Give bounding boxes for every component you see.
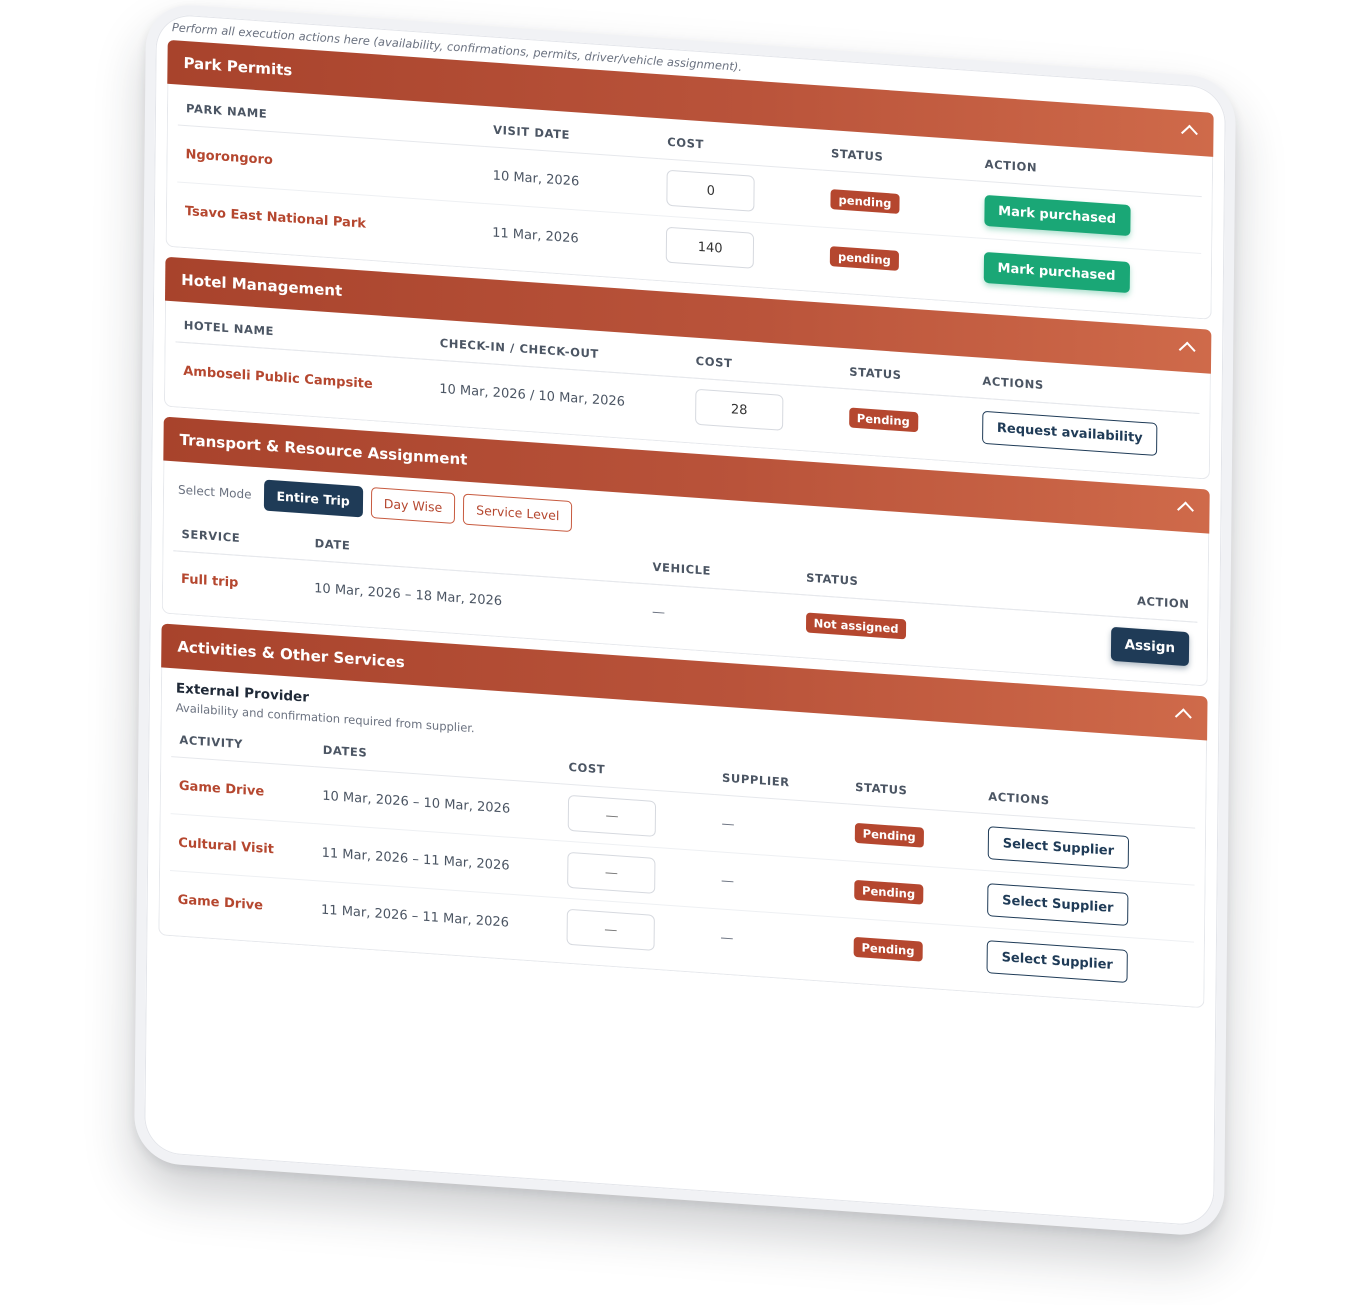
mode-label: Select Mode: [177, 482, 252, 502]
mode-day-wise-button[interactable]: Day Wise: [370, 487, 456, 524]
status-badge: Pending: [853, 879, 924, 905]
cost-input[interactable]: [695, 388, 784, 431]
assign-button[interactable]: Assign: [1110, 626, 1190, 667]
mark-purchased-button[interactable]: Mark purchased: [984, 194, 1131, 236]
cost-input[interactable]: [665, 226, 755, 269]
activity-name: Game Drive: [177, 892, 264, 914]
supplier-value: —: [712, 851, 847, 918]
supplier-value: —: [713, 794, 847, 861]
activity-name: Game Drive: [170, 756, 315, 824]
activities-section: Activities & Other Services External Pro…: [158, 623, 1208, 1009]
tablet-frame: Perform all execution actions here (avai…: [133, 2, 1237, 1238]
section-title: Activities & Other Services: [177, 637, 405, 672]
chevron-up-icon[interactable]: [1180, 124, 1198, 142]
section-title: Park Permits: [183, 53, 293, 80]
stage: Perform all execution actions here (avai…: [0, 0, 1366, 1305]
chevron-up-icon[interactable]: [1174, 708, 1192, 726]
status-badge: pending: [830, 189, 900, 214]
status-badge: Pending: [854, 822, 924, 848]
mode-service-level-button[interactable]: Service Level: [463, 493, 573, 533]
status-badge: pending: [829, 246, 899, 271]
activity-name: Cultural Visit: [170, 813, 314, 881]
chevron-up-icon[interactable]: [1177, 501, 1194, 519]
service-name: Full trip: [181, 571, 239, 591]
vehicle-value: —: [652, 604, 666, 621]
section-title: Hotel Management: [181, 270, 343, 301]
cost-input[interactable]: [567, 851, 656, 894]
cost-input[interactable]: [567, 794, 657, 837]
chevron-up-icon[interactable]: [1178, 341, 1196, 359]
request-availability-button[interactable]: Request availability: [981, 410, 1158, 456]
select-supplier-button[interactable]: Select Supplier: [986, 939, 1129, 983]
select-supplier-button[interactable]: Select Supplier: [987, 882, 1129, 926]
mode-entire-trip-button[interactable]: Entire Trip: [263, 479, 363, 518]
section-title: Transport & Resource Assignment: [179, 430, 468, 469]
supplier-value: —: [720, 929, 734, 946]
cost-input[interactable]: [666, 169, 755, 212]
status-badge: Pending: [848, 407, 918, 433]
cost-input[interactable]: [566, 908, 656, 951]
status-badge: Pending: [853, 936, 923, 962]
select-supplier-button[interactable]: Select Supplier: [987, 825, 1130, 869]
visit-date: 11 Mar, 2026: [492, 225, 579, 247]
mark-purchased-button[interactable]: Mark purchased: [983, 251, 1130, 293]
status-badge: Not assigned: [805, 612, 907, 640]
